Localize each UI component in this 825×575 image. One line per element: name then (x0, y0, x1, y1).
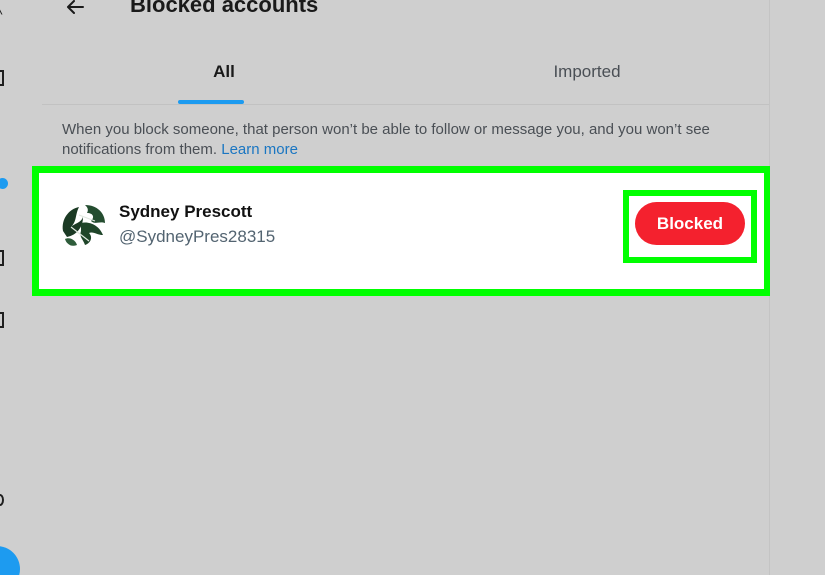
blocked-button[interactable]: Blocked (635, 202, 745, 245)
notification-dot-icon (0, 178, 8, 189)
nav-icon-partial[interactable] (0, 70, 4, 86)
header: Blocked accounts (42, 0, 769, 40)
highlight-box-button: Blocked (623, 190, 757, 263)
learn-more-link[interactable]: Learn more (221, 141, 298, 158)
avatar[interactable] (59, 201, 107, 249)
compose-button[interactable] (0, 546, 20, 575)
tab-imported[interactable]: Imported (405, 40, 769, 104)
page-title: Blocked accounts (130, 0, 319, 17)
arrow-left-icon (67, 0, 84, 14)
main-column: Blocked accounts All Imported When you b… (32, 0, 771, 575)
info-text: When you block someone, that person won’… (62, 120, 752, 160)
chevron-up-icon[interactable]: ^ (0, 6, 3, 22)
nav-icon-partial[interactable] (0, 312, 4, 328)
blocked-account-row[interactable]: Sydney Prescott @SydneyPres28315 Blocked (39, 173, 764, 289)
info-description: When you block someone, that person won’… (62, 121, 710, 158)
back-button[interactable] (60, 0, 90, 22)
tab-bar: All Imported (42, 40, 769, 105)
tab-all[interactable]: All (42, 40, 406, 104)
screen: ^ Blocked accounts All Imported When you… (0, 0, 825, 575)
nav-icon-partial[interactable] (0, 250, 4, 266)
account-name[interactable]: Sydney Prescott (119, 202, 252, 222)
account-handle[interactable]: @SydneyPres28315 (119, 227, 275, 247)
right-sidebar (770, 0, 825, 575)
highlight-box-row: Sydney Prescott @SydneyPres28315 Blocked (32, 166, 771, 296)
monstera-leaf-icon (59, 201, 107, 249)
tab-selected-indicator (178, 100, 244, 104)
profile-icon-partial[interactable] (0, 494, 4, 506)
